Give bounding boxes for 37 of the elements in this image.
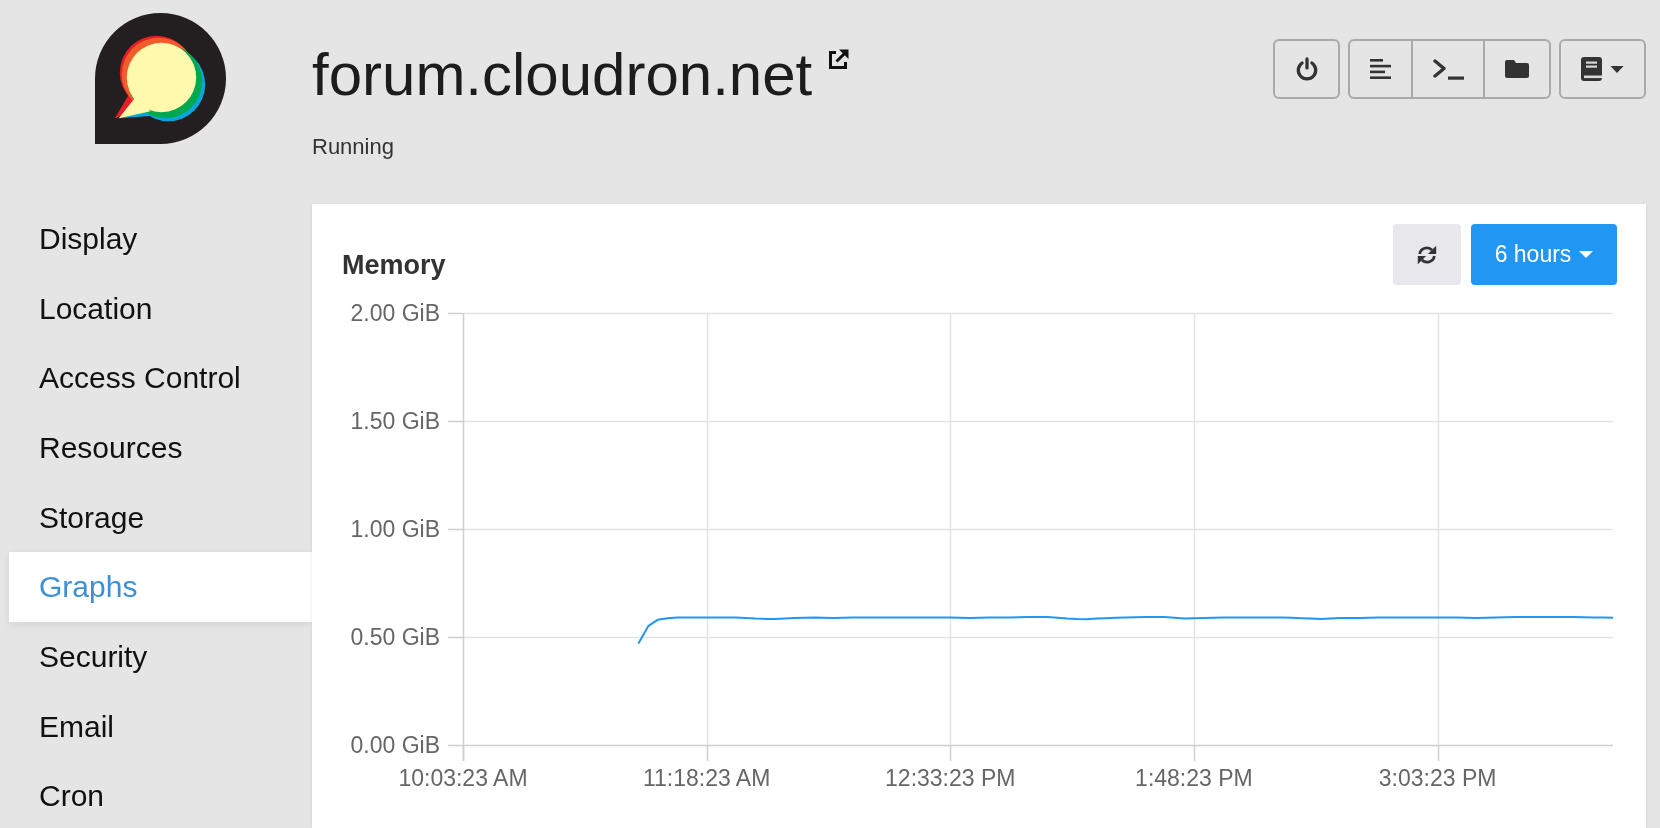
terminal-icon <box>1432 58 1464 80</box>
x-axis-label: 11:18:23 AM <box>642 765 771 791</box>
sidebar-item[interactable]: Cron <box>9 761 312 828</box>
y-axis-label: 1.50 GiB <box>350 408 440 434</box>
book-icon <box>1581 57 1602 81</box>
refresh-icon <box>1416 243 1438 266</box>
refresh-button[interactable] <box>1393 224 1461 285</box>
folder-button[interactable] <box>1483 39 1551 99</box>
lines-button[interactable] <box>1348 39 1413 99</box>
sidebar-item[interactable]: Location <box>9 273 312 344</box>
sidebar-item[interactable]: Storage <box>9 482 312 553</box>
x-axis-label: 1:48:23 PM <box>1135 765 1253 791</box>
status-text: Running <box>312 134 394 160</box>
x-axis-label: 3:03:23 PM <box>1378 765 1497 791</box>
lines-icon <box>1370 59 1391 79</box>
chart-title: Memory <box>342 249 447 281</box>
x-axis-label: 10:03:23 AM <box>398 765 528 791</box>
y-axis-label: 1.00 GiB <box>350 516 440 542</box>
folder-icon <box>1505 60 1529 78</box>
sidebar-item[interactable]: Display <box>9 204 312 274</box>
sidebar-item[interactable]: Email <box>9 691 312 762</box>
y-axis-label: 0.50 GiB <box>350 624 440 650</box>
y-axis-label: 2.00 GiB <box>350 300 440 326</box>
sidebar-item[interactable]: Resources <box>9 413 312 483</box>
sidebar-item[interactable]: Security <box>9 622 312 692</box>
caret-icon <box>1579 251 1594 258</box>
terminal-button[interactable] <box>1411 39 1485 99</box>
sidebar-item[interactable]: Access Control <box>9 343 312 414</box>
speech-bubble-icon <box>95 13 226 144</box>
power-button[interactable] <box>1273 39 1340 99</box>
app-title: forum.cloudron.net <box>312 45 813 105</box>
power-icon <box>1294 57 1319 81</box>
caret-icon <box>1610 65 1624 73</box>
x-axis-label: 12:33:23 PM <box>885 765 1016 791</box>
book-menu-button[interactable] <box>1559 39 1646 99</box>
external-link-icon[interactable] <box>826 48 851 72</box>
y-axis-label: 0.00 GiB <box>350 732 440 758</box>
